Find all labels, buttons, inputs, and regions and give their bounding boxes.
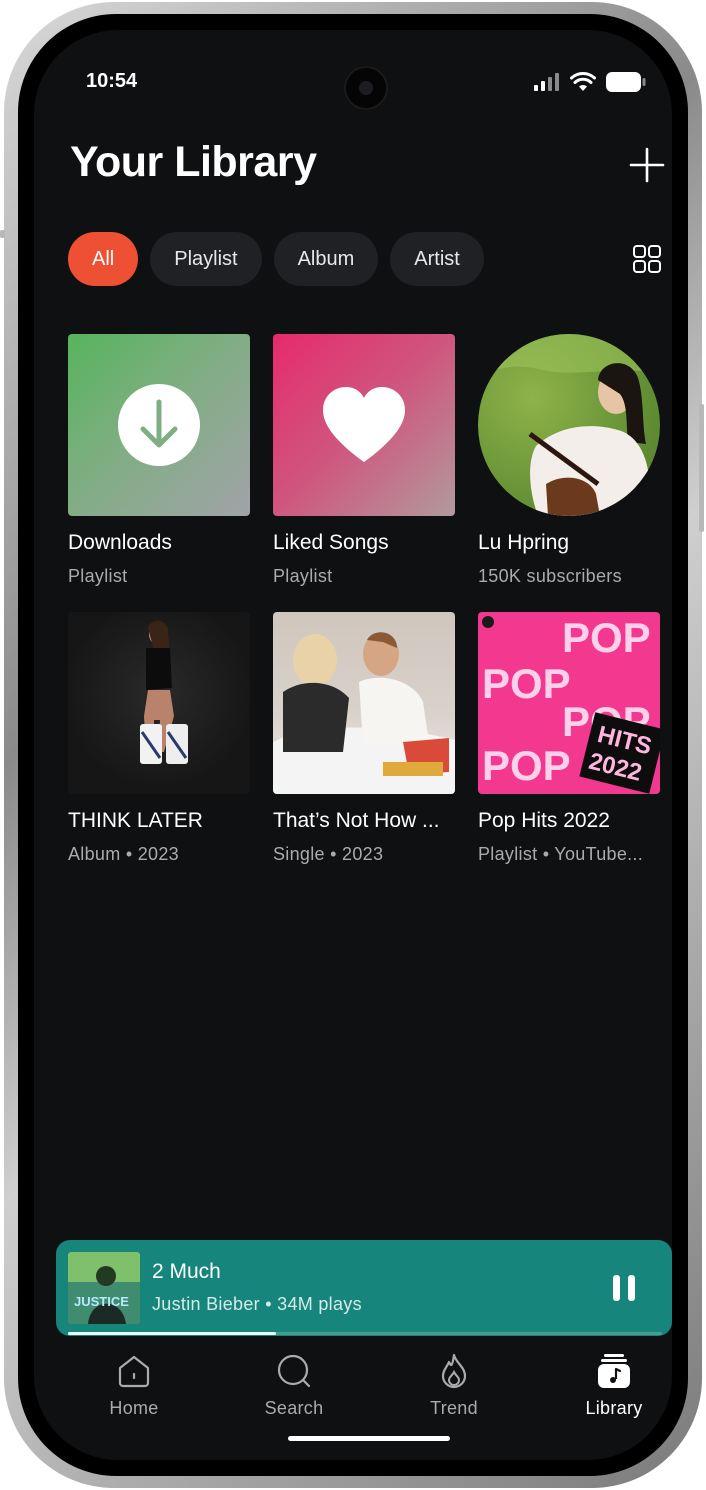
status-icons xyxy=(534,72,646,92)
power-button xyxy=(699,404,704,532)
camera-icon xyxy=(344,66,388,110)
phone-frame: 10:54 Your Library All Playlist Album Ar… xyxy=(0,2,704,1488)
chip-label: Album xyxy=(297,247,355,270)
nav-label: Trend xyxy=(430,1398,478,1418)
now-playing-subtitle: Justin Bieber • 34M plays xyxy=(152,1294,362,1314)
nav-label: Search xyxy=(264,1398,324,1418)
screen: 10:54 Your Library All Playlist Album Ar… xyxy=(34,30,672,1460)
home-indicator xyxy=(288,1436,450,1441)
cover-text: JUSTICE xyxy=(74,1294,129,1309)
pop-word: POP xyxy=(562,614,651,661)
library-item-playlist[interactable]: POP POP POP POP HITS 2022 Pop Hits 2022 xyxy=(478,612,660,865)
library-item-album[interactable]: THINK LATER Album • 2023 xyxy=(68,612,250,865)
library-item-liked-songs[interactable]: Liked Songs Playlist xyxy=(273,334,455,587)
item-subtitle: Playlist • YouTube... xyxy=(478,844,644,864)
item-subtitle: 150K subscribers xyxy=(478,566,622,586)
now-playing-art: JUSTICE xyxy=(68,1252,140,1324)
nav-library[interactable]: Library xyxy=(554,1352,672,1419)
mini-player[interactable]: JUSTICE 2 Much Justin Bieber • 34M plays xyxy=(56,1240,672,1336)
pause-icon[interactable] xyxy=(610,1274,638,1302)
wifi-icon xyxy=(570,72,596,91)
signal-icon xyxy=(534,73,559,91)
home-icon xyxy=(118,1355,150,1388)
filter-chips: All Playlist Album Artist xyxy=(68,232,484,286)
chip-artist[interactable]: Artist xyxy=(390,232,484,286)
bottom-nav: Home Search Trend Library xyxy=(44,1352,664,1422)
flame-icon xyxy=(441,1353,467,1389)
album-figure xyxy=(140,620,188,764)
grid-view-icon[interactable] xyxy=(632,244,662,274)
nav-trend[interactable]: Trend xyxy=(394,1352,514,1419)
item-title: Pop Hits 2022 xyxy=(478,809,610,832)
now-playing-title: 2 Much xyxy=(152,1260,221,1283)
playlist-cover: POP POP POP POP HITS 2022 xyxy=(478,612,660,794)
chip-playlist[interactable]: Playlist xyxy=(150,232,262,286)
nav-label: Home xyxy=(109,1398,159,1418)
item-title: THINK LATER xyxy=(68,809,203,832)
chip-album[interactable]: Album xyxy=(273,232,379,286)
heart-icon xyxy=(323,387,405,462)
artist-figure xyxy=(478,334,660,516)
chip-label: All xyxy=(92,247,115,270)
nav-search[interactable]: Search xyxy=(234,1352,354,1419)
side-button xyxy=(0,230,5,238)
library-icon xyxy=(598,1354,630,1388)
page-title: Your Library xyxy=(70,138,317,186)
item-title: Liked Songs xyxy=(273,531,389,554)
library-item-single[interactable]: That’s Not How ... Single • 2023 xyxy=(273,612,455,865)
item-title: Downloads xyxy=(68,531,172,554)
artist-photo xyxy=(478,334,660,516)
battery-icon xyxy=(606,72,646,92)
item-title: That’s Not How ... xyxy=(273,809,440,832)
pop-word: POP xyxy=(482,742,571,789)
item-subtitle: Playlist xyxy=(68,566,128,586)
pop-word: POP xyxy=(482,660,571,707)
library-item-artist[interactable]: Lu Hpring 150K subscribers xyxy=(478,334,660,587)
nav-label: Library xyxy=(585,1398,643,1418)
progress-bar[interactable] xyxy=(68,1332,662,1335)
item-subtitle: Playlist xyxy=(273,566,333,586)
status-time: 10:54 xyxy=(86,70,138,92)
plus-icon[interactable] xyxy=(628,146,666,184)
liked-art xyxy=(273,334,455,516)
now-playing-cover: JUSTICE xyxy=(68,1252,140,1324)
item-subtitle: Album • 2023 xyxy=(68,844,179,864)
single-figure xyxy=(273,632,455,794)
download-art xyxy=(68,334,250,516)
phone-bezel: 10:54 Your Library All Playlist Album Ar… xyxy=(18,14,688,1476)
single-cover xyxy=(273,612,455,794)
chip-label: Artist xyxy=(414,247,460,270)
item-subtitle: Single • 2023 xyxy=(273,844,384,864)
album-cover xyxy=(68,612,250,794)
library-item-downloads[interactable]: Downloads Playlist xyxy=(68,334,250,587)
chip-label: Playlist xyxy=(174,247,238,270)
item-title: Lu Hpring xyxy=(478,531,570,554)
progress-fill xyxy=(68,1332,276,1335)
nav-home[interactable]: Home xyxy=(74,1352,194,1419)
download-icon xyxy=(118,384,200,466)
pop-art: POP POP POP POP HITS 2022 xyxy=(482,614,660,794)
search-icon xyxy=(277,1354,311,1388)
chip-all[interactable]: All xyxy=(68,232,139,286)
